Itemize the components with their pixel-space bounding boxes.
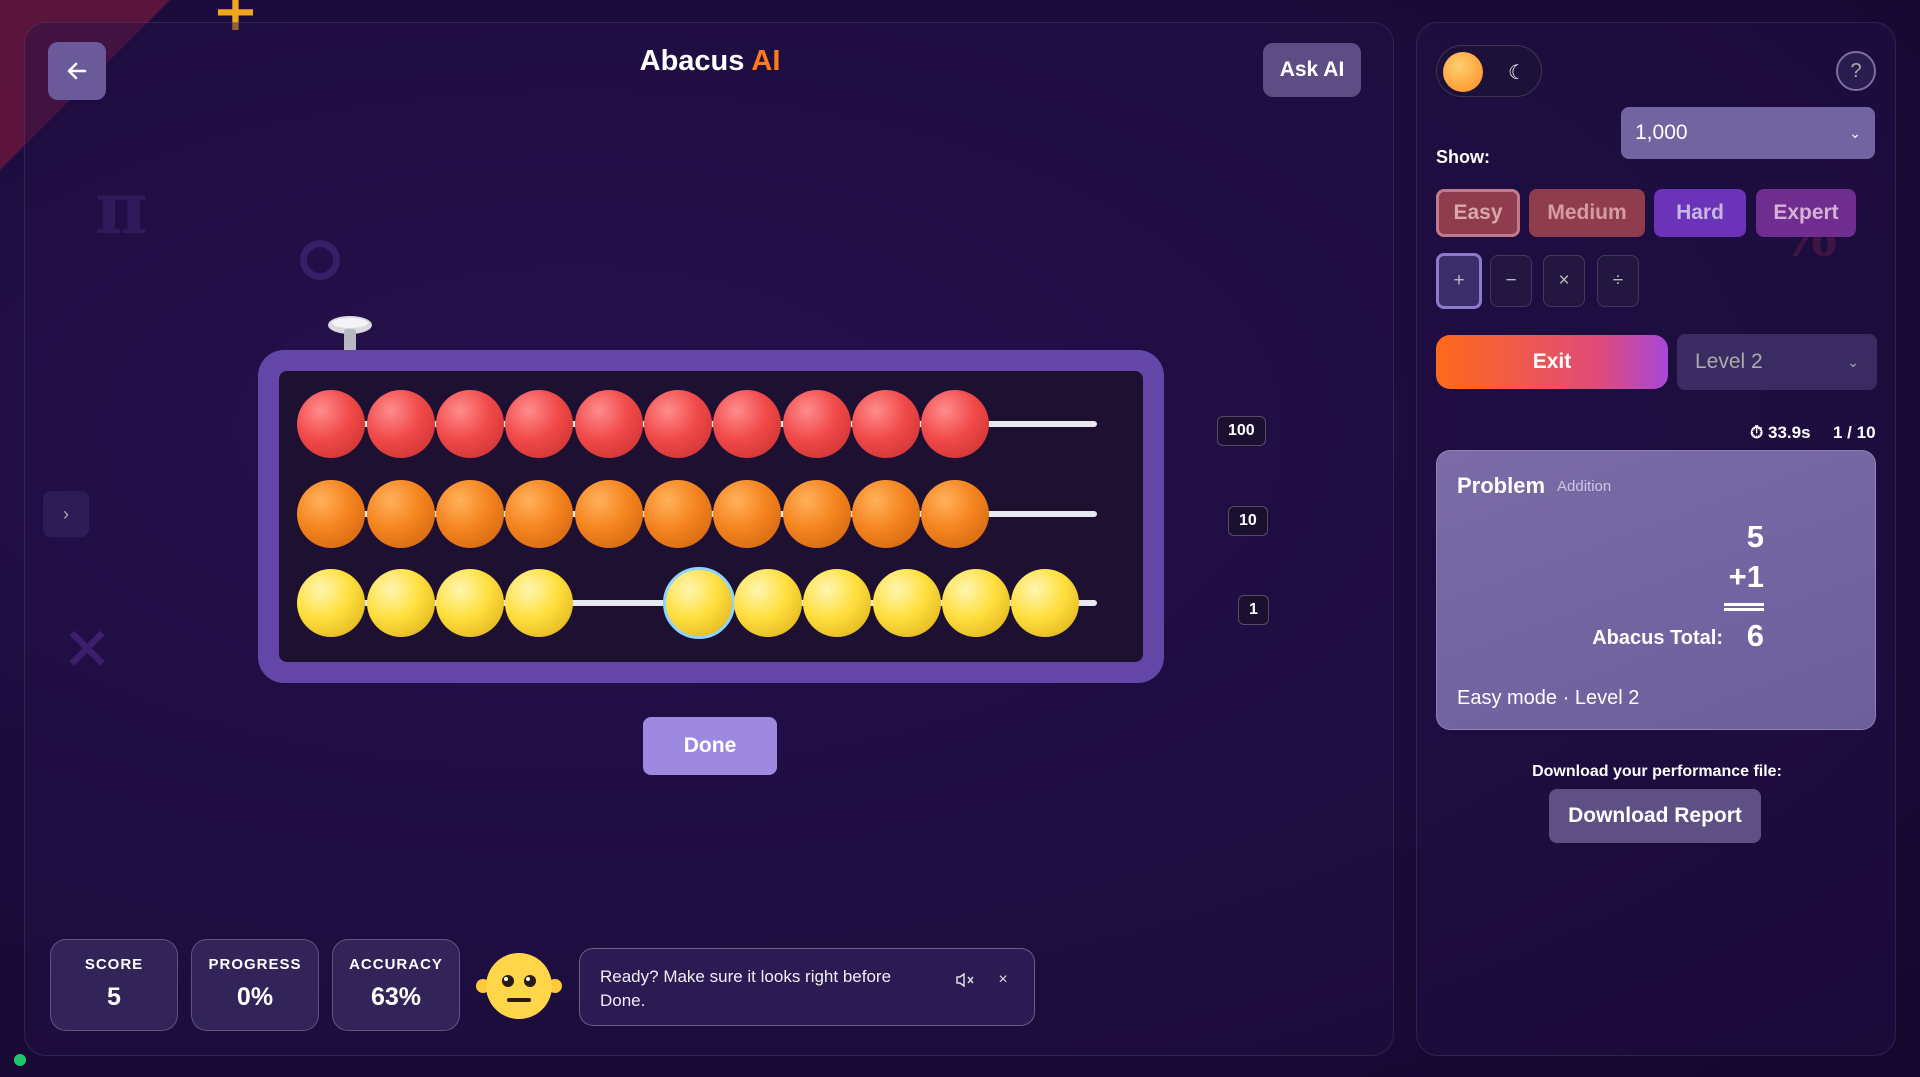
bead-tens[interactable]: [367, 480, 435, 548]
done-button[interactable]: Done: [643, 717, 777, 775]
bead-ones[interactable]: [436, 569, 504, 637]
help-icon: ?: [1850, 59, 1862, 82]
abacus-board: [279, 371, 1143, 662]
place-label-tens: 10: [1228, 506, 1268, 536]
place-label-ones: 1: [1238, 595, 1269, 625]
bead-tens[interactable]: [436, 480, 504, 548]
exit-button[interactable]: Exit: [1436, 335, 1668, 389]
question-counter: 1 / 10: [1833, 423, 1876, 442]
timer-display: ⏱ 33.9s: [1750, 423, 1811, 443]
operation-subtract-button[interactable]: −: [1490, 255, 1532, 307]
timer-value: 33.9s: [1767, 423, 1811, 442]
score-value: 5: [107, 983, 121, 1011]
bead-ones[interactable]: [873, 569, 941, 637]
bead-tens[interactable]: [505, 480, 573, 548]
timer-icon: ⏱: [1750, 423, 1768, 442]
accuracy-card: ACCURACY 63%: [332, 939, 460, 1031]
bead-tens[interactable]: [783, 480, 851, 548]
difficulty-easy-button[interactable]: Easy: [1436, 189, 1520, 237]
bead-tens[interactable]: [575, 480, 643, 548]
show-select[interactable]: 1,000 ⌄: [1621, 107, 1875, 159]
app-title-accent: AI: [751, 45, 781, 77]
abacus-total-value: 6: [1746, 618, 1764, 653]
abacus-total-label: Abacus Total:: [1592, 627, 1723, 649]
bead-ones[interactable]: [297, 569, 365, 637]
bead-ones[interactable]: [367, 569, 435, 637]
difficulty-medium-button[interactable]: Medium: [1529, 189, 1645, 237]
sun-icon[interactable]: [1443, 52, 1483, 92]
problem-card: Problem Addition 5 +1 Abacus Total: 6 Ea…: [1436, 450, 1876, 730]
bead-hundreds[interactable]: [644, 390, 712, 458]
level-select[interactable]: Level 2 ⌄: [1677, 334, 1877, 390]
bead-ones[interactable]: [505, 569, 573, 637]
close-speech-button[interactable]: ×: [990, 967, 1016, 993]
difficulty-expert-button[interactable]: Expert: [1756, 189, 1856, 237]
moon-icon[interactable]: ☾: [1499, 54, 1535, 90]
status-indicator: [14, 1054, 26, 1066]
close-icon: ×: [998, 971, 1008, 988]
score-card: SCORE 5: [50, 939, 178, 1031]
assistant-message: Ready? Make sure it looks right before D…: [600, 967, 892, 1010]
bead-ones[interactable]: [803, 569, 871, 637]
app-title-main: Abacus: [639, 45, 752, 77]
problem-title: Problem: [1457, 473, 1546, 498]
control-panel: ☾ ? Show: 1,000 ⌄ Easy Medium Hard Exper…: [1416, 22, 1896, 1056]
theme-toggle[interactable]: ☾: [1436, 45, 1542, 97]
bead-tens[interactable]: [297, 480, 365, 548]
bead-ones[interactable]: [942, 569, 1010, 637]
abacus-frame: [258, 350, 1164, 683]
bead-hundreds[interactable]: [921, 390, 989, 458]
operand-1: 5: [1746, 519, 1764, 554]
download-label: Download your performance file:: [1532, 763, 1782, 780]
bead-tens[interactable]: [921, 480, 989, 548]
sidebar-expand-button[interactable]: ›: [43, 491, 89, 537]
chevron-down-icon: ⌄: [1847, 353, 1859, 370]
chevron-down-icon: ⌄: [1849, 124, 1861, 141]
bead-tens[interactable]: [644, 480, 712, 548]
bead-hundreds[interactable]: [436, 390, 504, 458]
bead-hundreds[interactable]: [783, 390, 851, 458]
difficulty-hard-button[interactable]: Hard: [1654, 189, 1746, 237]
bead-hundreds[interactable]: [575, 390, 643, 458]
bead-hundreds[interactable]: [713, 390, 781, 458]
mute-icon: [956, 972, 974, 988]
sum-rule: [1724, 603, 1764, 611]
bead-hundreds[interactable]: [367, 390, 435, 458]
help-button[interactable]: ?: [1836, 51, 1876, 91]
main-panel: Abacus AI Ask AI › 100 10 1 Done SCORE 5…: [24, 22, 1394, 1056]
show-select-value: 1,000: [1635, 121, 1688, 144]
level-select-value: Level 2: [1695, 350, 1763, 373]
mode-level-text: Easy mode · Level 2: [1457, 687, 1640, 709]
bead-tens[interactable]: [852, 480, 920, 548]
progress-label: PROGRESS: [208, 956, 302, 973]
progress-card: PROGRESS 0%: [191, 939, 319, 1031]
accuracy-value: 63%: [370, 983, 422, 1011]
operation-multiply-button[interactable]: ×: [1543, 255, 1585, 307]
bead-hundreds[interactable]: [297, 390, 365, 458]
score-label: SCORE: [84, 956, 144, 973]
ask-ai-button[interactable]: Ask AI: [1263, 43, 1361, 97]
operation-divide-button[interactable]: ÷: [1597, 255, 1639, 307]
bead-ones[interactable]: [734, 569, 802, 637]
mascot-robot-icon: [476, 953, 562, 1019]
place-label-hundreds: 100: [1217, 416, 1266, 446]
accuracy-label: ACCURACY: [349, 956, 443, 973]
download-report-button[interactable]: Download Report: [1549, 789, 1761, 843]
assistant-speech-bubble: Ready? Make sure it looks right before D…: [579, 948, 1035, 1026]
operation-add-button[interactable]: +: [1436, 253, 1482, 309]
problem-operation: Addition: [1557, 478, 1612, 495]
bead-ones-selected[interactable]: [663, 567, 735, 639]
progress-value: 0%: [236, 983, 274, 1011]
bead-hundreds[interactable]: [505, 390, 573, 458]
bead-ones[interactable]: [1011, 569, 1079, 637]
operand-2: +1: [1728, 559, 1764, 594]
app-title: Abacus AI: [25, 45, 1395, 78]
bead-hundreds[interactable]: [852, 390, 920, 458]
mute-button[interactable]: [952, 967, 978, 993]
show-label: Show:: [1436, 147, 1490, 167]
chevron-right-icon: ›: [63, 503, 69, 524]
bead-tens[interactable]: [713, 480, 781, 548]
